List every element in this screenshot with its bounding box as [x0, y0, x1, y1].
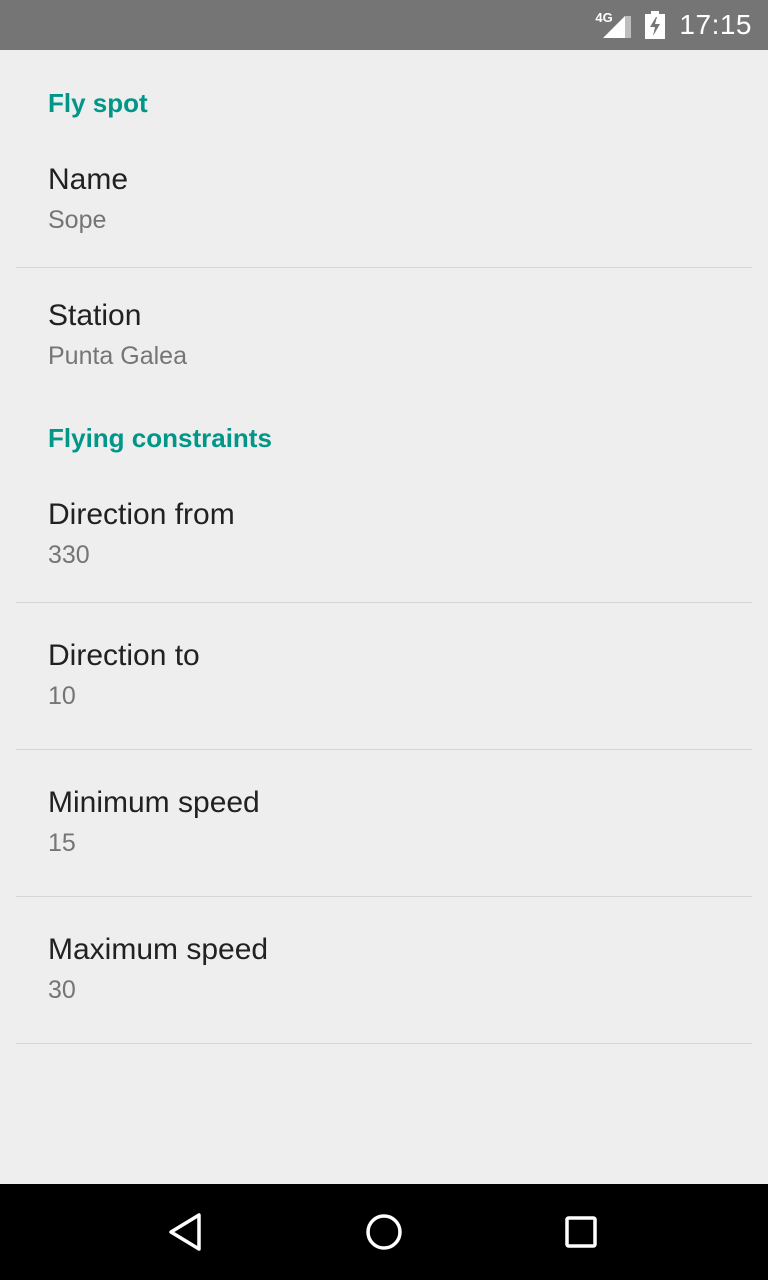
network-type-label: 4G: [595, 10, 613, 25]
home-icon[interactable]: [344, 1192, 424, 1272]
pref-title: Maximum speed: [48, 933, 269, 966]
cell-signal-icon: 4G: [595, 10, 632, 40]
pref-maximum-speed[interactable]: Maximum speed 30: [0, 897, 768, 1043]
status-bar: 4G 17:15: [0, 0, 768, 50]
pref-summary: 15: [48, 829, 76, 857]
pref-direction-to[interactable]: Direction to 10: [0, 603, 768, 749]
section-header-fly-spot: Fly spot: [48, 87, 148, 118]
back-icon[interactable]: [147, 1192, 227, 1272]
pref-title: Direction from: [48, 497, 235, 531]
pref-name[interactable]: Name Sope: [0, 132, 768, 267]
pref-title: Direction to: [48, 639, 200, 672]
preferences-list: Fly spot Name Sope Station Punta Galea F…: [0, 50, 768, 1184]
pref-summary: 10: [48, 682, 76, 710]
recents-icon[interactable]: [541, 1192, 621, 1272]
section-header-flying-constraints: Flying constraints: [48, 422, 272, 453]
pref-title: Minimum speed: [48, 786, 260, 819]
clock: 17:15: [679, 9, 752, 40]
navigation-bar: [0, 1184, 768, 1280]
pref-title: Station: [48, 298, 142, 332]
pref-direction-from[interactable]: Direction from 330: [0, 467, 768, 602]
pref-minimum-speed[interactable]: Minimum speed 15: [0, 750, 768, 896]
divider: [16, 1043, 752, 1044]
pref-summary: 330: [48, 540, 90, 569]
battery-icon: [645, 11, 666, 39]
pref-summary: Sope: [48, 205, 107, 234]
pref-station[interactable]: Station Punta Galea: [0, 268, 768, 403]
pref-title: Name: [48, 162, 129, 196]
pref-summary: Punta Galea: [48, 341, 187, 370]
pref-summary: 30: [48, 976, 76, 1004]
